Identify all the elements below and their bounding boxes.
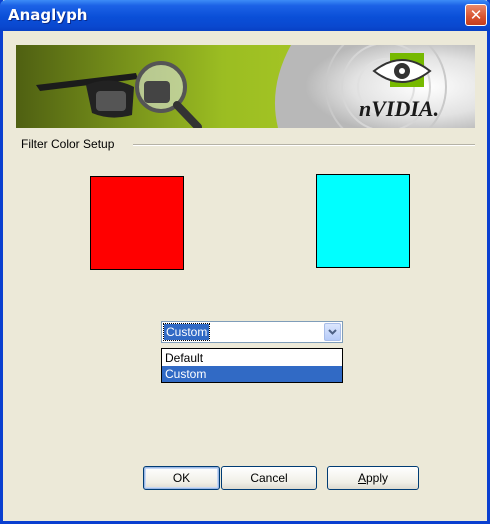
close-icon: ✕ xyxy=(469,5,483,24)
dropdown-button[interactable] xyxy=(324,323,341,341)
ok-button[interactable]: OK xyxy=(143,466,220,490)
dropdown-option-default[interactable]: Default xyxy=(162,350,342,366)
dropdown-option-custom[interactable]: Custom xyxy=(162,366,342,382)
apply-button[interactable]: Apply xyxy=(327,466,419,490)
right-filter-color-swatch[interactable] xyxy=(316,174,410,268)
cancel-button-label: Cancel xyxy=(250,471,288,485)
title-bar[interactable]: Anaglyph ✕ xyxy=(0,0,490,31)
apply-mnemonic: A xyxy=(357,471,366,485)
preset-combobox[interactable]: Custom xyxy=(161,321,343,343)
filter-color-setup-label: Filter Color Setup xyxy=(21,137,121,151)
window-title: Anaglyph xyxy=(8,6,88,24)
nvidia-banner: nVIDIA. xyxy=(16,45,475,128)
chevron-down-icon xyxy=(328,329,337,335)
nvidia-wordmark: nVIDIA. xyxy=(359,96,440,121)
left-filter-color-swatch[interactable] xyxy=(90,176,184,270)
ok-button-label: OK xyxy=(172,471,191,485)
anaglyph-dialog: Anaglyph ✕ nVIDIA. Filter Color Setup Cu… xyxy=(0,0,490,524)
apply-button-label: pply xyxy=(366,471,389,485)
cancel-button[interactable]: Cancel xyxy=(221,466,317,490)
close-button[interactable]: ✕ xyxy=(465,4,487,26)
group-divider xyxy=(133,144,475,146)
preset-dropdown-list: Default Custom xyxy=(161,348,343,383)
preset-selected-value: Custom xyxy=(162,323,211,341)
